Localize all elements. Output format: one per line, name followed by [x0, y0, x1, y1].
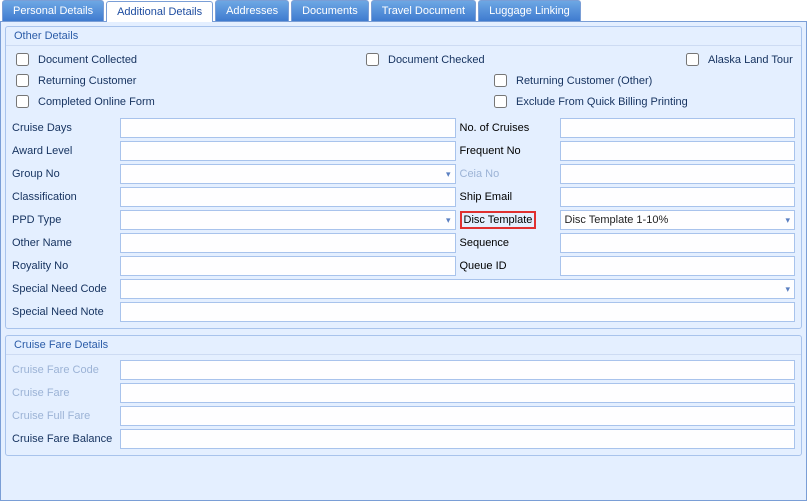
input-cruise-days[interactable]	[120, 118, 456, 138]
chk-alaska-land-tour[interactable]: Alaska Land Tour	[682, 50, 793, 69]
label-ceia-no: Ceia No	[460, 168, 560, 180]
cruise-fare-details-group: Cruise Fare Details Cruise Fare Code Cru…	[5, 335, 802, 456]
field-special-need-code[interactable]: ▾	[120, 279, 795, 299]
field-group-no[interactable]: ▾	[120, 164, 456, 184]
label-cruise-fare-balance: Cruise Fare Balance	[12, 433, 120, 445]
combo-disc-template-value: Disc Template 1-10%	[565, 214, 669, 226]
field-cruise-days[interactable]	[120, 118, 456, 138]
input-cruise-fare[interactable]	[120, 383, 795, 403]
label-group-no: Group No	[12, 168, 120, 180]
input-queue-id[interactable]	[560, 256, 796, 276]
chk-document-checked[interactable]: Document Checked	[362, 50, 682, 69]
chk-returning-customer-label: Returning Customer	[38, 75, 136, 87]
tab-personal-details[interactable]: Personal Details	[2, 0, 104, 21]
input-frequent-no[interactable]	[560, 141, 796, 161]
combo-group-no[interactable]: ▾	[120, 164, 456, 184]
chk-exclude-quick-billing[interactable]: Exclude From Quick Billing Printing	[490, 92, 688, 111]
field-other-name[interactable]	[120, 233, 456, 253]
tab-additional-details[interactable]: Additional Details	[106, 1, 213, 22]
tab-travel-document[interactable]: Travel Document	[371, 0, 476, 21]
other-details-group: Other Details Document Collected Documen…	[5, 26, 802, 329]
label-sequence: Sequence	[460, 237, 560, 249]
label-cruise-days: Cruise Days	[12, 122, 120, 134]
chk-completed-online-form-label: Completed Online Form	[38, 96, 155, 108]
chk-document-checked-label: Document Checked	[388, 54, 485, 66]
tab-addresses[interactable]: Addresses	[215, 0, 289, 21]
additional-details-panel: Other Details Document Collected Documen…	[0, 22, 807, 501]
field-award-level[interactable]	[120, 141, 456, 161]
input-sequence[interactable]	[560, 233, 796, 253]
label-award-level: Award Level	[12, 145, 120, 157]
chk-completed-online-form-box[interactable]	[16, 95, 29, 108]
label-royality-no: Royality No	[12, 260, 120, 272]
field-no-of-cruises[interactable]	[560, 118, 796, 138]
label-cruise-fare-code: Cruise Fare Code	[12, 364, 120, 376]
label-ship-email: Ship Email	[460, 191, 560, 203]
field-queue-id[interactable]	[560, 256, 796, 276]
field-frequent-no[interactable]	[560, 141, 796, 161]
field-ship-email[interactable]	[560, 187, 796, 207]
chk-exclude-quick-billing-label: Exclude From Quick Billing Printing	[516, 96, 688, 108]
chk-returning-customer[interactable]: Returning Customer	[12, 71, 490, 90]
chk-exclude-quick-billing-box[interactable]	[494, 95, 507, 108]
chk-document-checked-box[interactable]	[366, 53, 379, 66]
tab-documents[interactable]: Documents	[291, 0, 369, 21]
label-cruise-fare: Cruise Fare	[12, 387, 120, 399]
input-ship-email[interactable]	[560, 187, 796, 207]
field-classification[interactable]	[120, 187, 456, 207]
label-no-of-cruises: No. of Cruises	[460, 122, 560, 134]
label-disc-template-text: Disc Template	[460, 211, 537, 229]
input-cruise-full-fare[interactable]	[120, 406, 795, 426]
chevron-down-icon: ▾	[446, 169, 451, 180]
input-other-name[interactable]	[120, 233, 456, 253]
chk-returning-customer-box[interactable]	[16, 74, 29, 87]
field-special-need-note[interactable]	[120, 302, 795, 322]
input-special-need-note[interactable]	[120, 302, 795, 322]
label-special-need-note: Special Need Note	[12, 306, 120, 318]
input-ceia-no[interactable]	[560, 164, 796, 184]
chk-document-collected[interactable]: Document Collected	[12, 50, 362, 69]
chk-alaska-land-tour-box[interactable]	[686, 53, 699, 66]
field-cruise-full-fare[interactable]	[120, 406, 795, 426]
field-cruise-fare[interactable]	[120, 383, 795, 403]
chk-document-collected-box[interactable]	[16, 53, 29, 66]
field-cruise-fare-code[interactable]	[120, 360, 795, 380]
field-ceia-no[interactable]	[560, 164, 796, 184]
field-royality-no[interactable]	[120, 256, 456, 276]
combo-disc-template[interactable]: Disc Template 1-10% ▾	[560, 210, 796, 230]
input-cruise-fare-code[interactable]	[120, 360, 795, 380]
label-other-name: Other Name	[12, 237, 120, 249]
cruise-fare-details-title: Cruise Fare Details	[6, 336, 801, 355]
tab-luggage-linking[interactable]: Luggage Linking	[478, 0, 581, 21]
input-award-level[interactable]	[120, 141, 456, 161]
field-disc-template[interactable]: Disc Template 1-10% ▾	[560, 210, 796, 230]
label-frequent-no: Frequent No	[460, 145, 560, 157]
combo-ppd-type[interactable]: ▾	[120, 210, 456, 230]
chevron-down-icon: ▾	[446, 215, 451, 226]
other-details-title: Other Details	[6, 27, 801, 46]
combo-special-need-code[interactable]: ▾	[120, 279, 795, 299]
field-sequence[interactable]	[560, 233, 796, 253]
chevron-down-icon: ▾	[785, 284, 790, 295]
label-special-need-code: Special Need Code	[12, 283, 120, 295]
chevron-down-icon: ▾	[785, 215, 790, 226]
chk-alaska-land-tour-label: Alaska Land Tour	[708, 54, 793, 66]
input-classification[interactable]	[120, 187, 456, 207]
input-cruise-fare-balance[interactable]	[120, 429, 795, 449]
input-no-of-cruises[interactable]	[560, 118, 796, 138]
label-classification: Classification	[12, 191, 120, 203]
input-royality-no[interactable]	[120, 256, 456, 276]
chk-returning-customer-other-label: Returning Customer (Other)	[516, 75, 652, 87]
chk-document-collected-label: Document Collected	[38, 54, 137, 66]
chk-completed-online-form[interactable]: Completed Online Form	[12, 92, 490, 111]
label-queue-id: Queue ID	[460, 260, 560, 272]
tab-bar: Personal Details Additional Details Addr…	[0, 0, 807, 22]
label-disc-template: Disc Template	[460, 211, 560, 229]
field-ppd-type[interactable]: ▾	[120, 210, 456, 230]
chk-returning-customer-other-box[interactable]	[494, 74, 507, 87]
label-cruise-full-fare: Cruise Full Fare	[12, 410, 120, 422]
label-ppd-type: PPD Type	[12, 214, 120, 226]
chk-returning-customer-other[interactable]: Returning Customer (Other)	[490, 71, 652, 90]
field-cruise-fare-balance[interactable]	[120, 429, 795, 449]
